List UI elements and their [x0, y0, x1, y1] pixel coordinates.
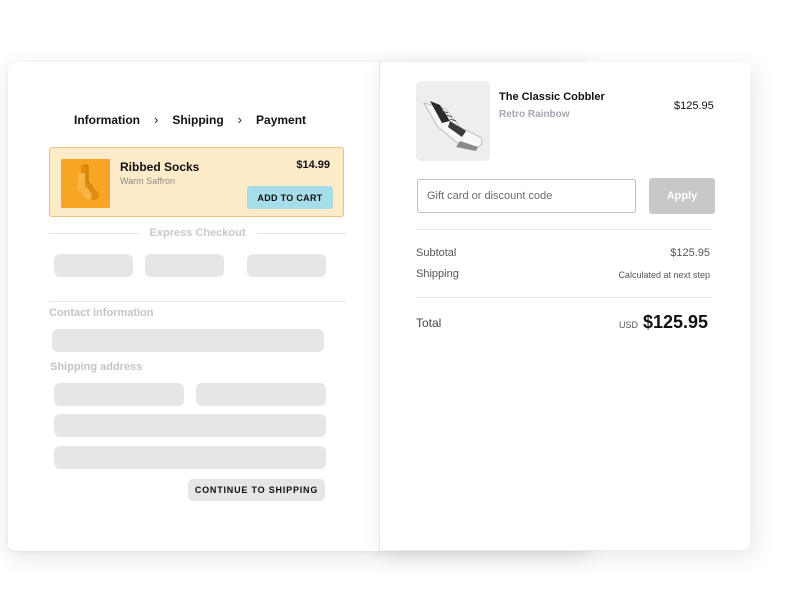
subtotal-label: Subtotal — [416, 247, 457, 259]
upsell-product-title: Ribbed Socks — [120, 160, 200, 174]
chevron-right-icon: › — [237, 112, 243, 127]
breadcrumb-step-information[interactable]: Information — [74, 113, 140, 127]
contact-email-field[interactable] — [52, 329, 324, 352]
express-checkout-label: Express Checkout — [149, 227, 246, 239]
divider — [416, 297, 712, 298]
chevron-right-icon: › — [154, 112, 159, 127]
express-pay-button-1[interactable] — [54, 254, 133, 277]
breadcrumb-step-shipping[interactable]: Shipping — [172, 113, 223, 127]
summary-product-title: The Classic Cobbler — [499, 91, 605, 103]
subtotal-value: $125.95 — [670, 247, 710, 259]
first-name-field[interactable] — [54, 383, 184, 406]
breadcrumb-step-payment[interactable]: Payment — [256, 113, 306, 127]
divider — [256, 232, 347, 234]
divider — [416, 229, 712, 230]
total-currency: USD — [619, 320, 639, 330]
express-pay-button-3[interactable] — [247, 254, 326, 277]
summary-product-price: $125.95 — [674, 100, 714, 112]
divider — [49, 301, 346, 302]
total-value: $125.95 — [643, 312, 709, 332]
last-name-field[interactable] — [196, 383, 326, 406]
total-label: Total — [416, 316, 442, 330]
city-field[interactable] — [54, 446, 326, 469]
express-pay-button-2[interactable] — [145, 254, 224, 277]
socks-image — [61, 159, 110, 208]
continue-to-shipping-button[interactable]: CONTINUE TO SHIPPING — [188, 479, 325, 501]
shipping-value: Calculated at next step — [618, 270, 710, 280]
contact-information-label: Contact information — [49, 307, 154, 319]
add-to-cart-button[interactable]: ADD TO CART — [247, 186, 333, 209]
summary-product-variant: Retro Rainbow — [499, 109, 570, 120]
upsell-product-variant: Warm Saffron — [120, 176, 176, 186]
address-field[interactable] — [54, 414, 326, 437]
shipping-address-label: Shipping address — [50, 361, 143, 373]
express-checkout-header: Express Checkout — [49, 227, 347, 239]
discount-code-input[interactable] — [417, 179, 636, 213]
sneaker-image — [416, 81, 490, 161]
divider — [49, 232, 139, 234]
shipping-label: Shipping — [416, 268, 459, 280]
upsell-product-price: $14.99 — [296, 159, 330, 171]
apply-discount-button[interactable]: Apply — [649, 178, 715, 214]
upsell-card: Ribbed Socks Warm Saffron $14.99 ADD TO … — [49, 147, 344, 217]
breadcrumb: Information › Shipping › Payment — [74, 112, 306, 127]
